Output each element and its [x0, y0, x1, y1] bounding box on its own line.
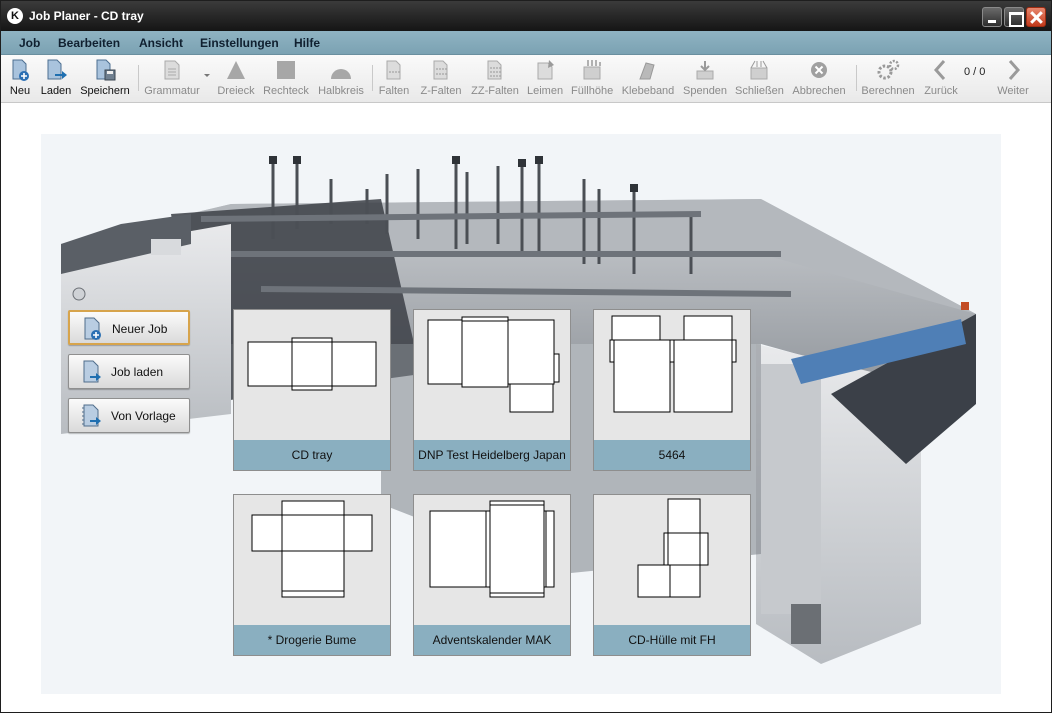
grammage-button[interactable]: Grammatur [143, 59, 201, 97]
app-logo-icon: K [7, 8, 23, 24]
app-window: K Job Planer - CD tray Job Bearbeiten An… [0, 0, 1052, 713]
dnp-dieline-icon [414, 310, 570, 440]
cd-tray-dieline-icon [234, 310, 390, 440]
job-card-cd-tray[interactable]: CD tray [233, 309, 391, 471]
job-card-5464[interactable]: 5464 [593, 309, 751, 471]
menu-einstellungen[interactable]: Einstellungen [200, 36, 279, 50]
page-counter: 0 / 0 [964, 66, 986, 78]
half-circle-button[interactable]: Halbkreis [317, 59, 365, 97]
close-window-button[interactable] [1026, 7, 1046, 27]
tape-button[interactable]: Klebeband [621, 59, 675, 97]
job-card-label: DNP Test Heidelberg Japan [414, 440, 570, 470]
fold-button[interactable]: Falten [378, 59, 410, 97]
fill-height-icon [583, 60, 601, 80]
new-button[interactable]: Neu [6, 59, 34, 97]
drogerie-dieline-icon [234, 495, 390, 625]
job-card-adventskalender[interactable]: Adventskalender MAK [413, 494, 571, 656]
rectangle-button[interactable]: Rechteck [263, 59, 309, 97]
job-card-cd-huelle[interactable]: CD-Hülle mit FH [593, 494, 751, 656]
chevron-right-icon [1008, 60, 1021, 80]
job-card-label: CD tray [234, 440, 390, 470]
new-job-icon [84, 317, 101, 340]
triangle-icon [227, 61, 245, 79]
dispense-button[interactable]: Spenden [683, 59, 727, 97]
grammage-dropdown-arrow-icon[interactable] [204, 74, 210, 77]
maximize-button[interactable] [1004, 7, 1024, 27]
job-card-label: Adventskalender MAK [414, 625, 570, 655]
template-icon [82, 404, 101, 427]
close-box-button[interactable]: Schließen [735, 59, 784, 97]
calculate-button[interactable]: Berechnen [861, 59, 915, 97]
from-template-button[interactable]: Von Vorlage [68, 398, 190, 433]
save-button[interactable]: Speichern [79, 59, 131, 97]
minimize-button[interactable] [982, 7, 1002, 27]
back-button[interactable]: Zurück [923, 59, 959, 97]
job-card-label: 5464 [594, 440, 750, 470]
toolbar: Neu Laden Speichern Grammatur Dreieck Re… [1, 55, 1051, 103]
menu-ansicht[interactable]: Ansicht [139, 36, 183, 50]
cd-huelle-dieline-icon [594, 495, 750, 625]
load-job-button[interactable]: Job laden [68, 354, 190, 389]
toolbar-separator [856, 65, 857, 91]
menu-bearbeiten[interactable]: Bearbeiten [58, 36, 120, 50]
chevron-left-icon [933, 60, 946, 80]
menu-bar: Job Bearbeiten Ansicht Einstellungen Hil… [1, 31, 1051, 55]
gears-icon [877, 59, 900, 80]
menu-job[interactable]: Job [19, 36, 40, 50]
title-bar[interactable]: K Job Planer - CD tray [1, 1, 1051, 31]
zz-fold-icon [487, 60, 502, 80]
glue-button[interactable]: Leimen [527, 59, 563, 97]
grammage-icon [164, 60, 180, 80]
menu-hilfe[interactable]: Hilfe [294, 36, 320, 50]
half-circle-icon [331, 69, 351, 79]
tape-icon [639, 62, 655, 80]
new-document-icon [12, 59, 29, 81]
z-fold-icon [433, 60, 448, 80]
open-document-icon [47, 59, 67, 80]
cancel-button[interactable]: Abbrechen [791, 59, 847, 97]
load-job-icon [83, 360, 101, 383]
adventskalender-dieline-icon [414, 495, 570, 625]
job-card-dnp-test[interactable]: DNP Test Heidelberg Japan [413, 309, 571, 471]
load-button[interactable]: Laden [39, 59, 73, 97]
window-title: Job Planer - CD tray [29, 9, 144, 23]
job-card-label: * Drogerie Bume [234, 625, 390, 655]
toolbar-separator [372, 65, 373, 91]
job-card-drogerie-bume[interactable]: * Drogerie Bume [233, 494, 391, 656]
close-box-icon [750, 60, 768, 80]
toolbar-separator [138, 65, 139, 91]
save-icon [96, 59, 116, 81]
zz-fold-button[interactable]: ZZ-Falten [469, 59, 521, 97]
dispense-icon [696, 61, 714, 80]
next-button[interactable]: Weiter [995, 59, 1031, 97]
rectangle-icon [277, 61, 295, 79]
5464-dieline-icon [594, 310, 750, 440]
fill-height-button[interactable]: Füllhöhe [571, 59, 613, 97]
triangle-button[interactable]: Dreieck [216, 59, 256, 97]
job-card-label: CD-Hülle mit FH [594, 625, 750, 655]
new-job-button[interactable]: Neuer Job [68, 310, 190, 345]
z-fold-button[interactable]: Z-Falten [419, 59, 463, 97]
cancel-icon [811, 62, 827, 78]
glue-icon [537, 60, 554, 80]
main-area: Neuer Job Job laden Von Vorlage CD tray … [1, 104, 1051, 712]
fold-icon [386, 60, 401, 80]
